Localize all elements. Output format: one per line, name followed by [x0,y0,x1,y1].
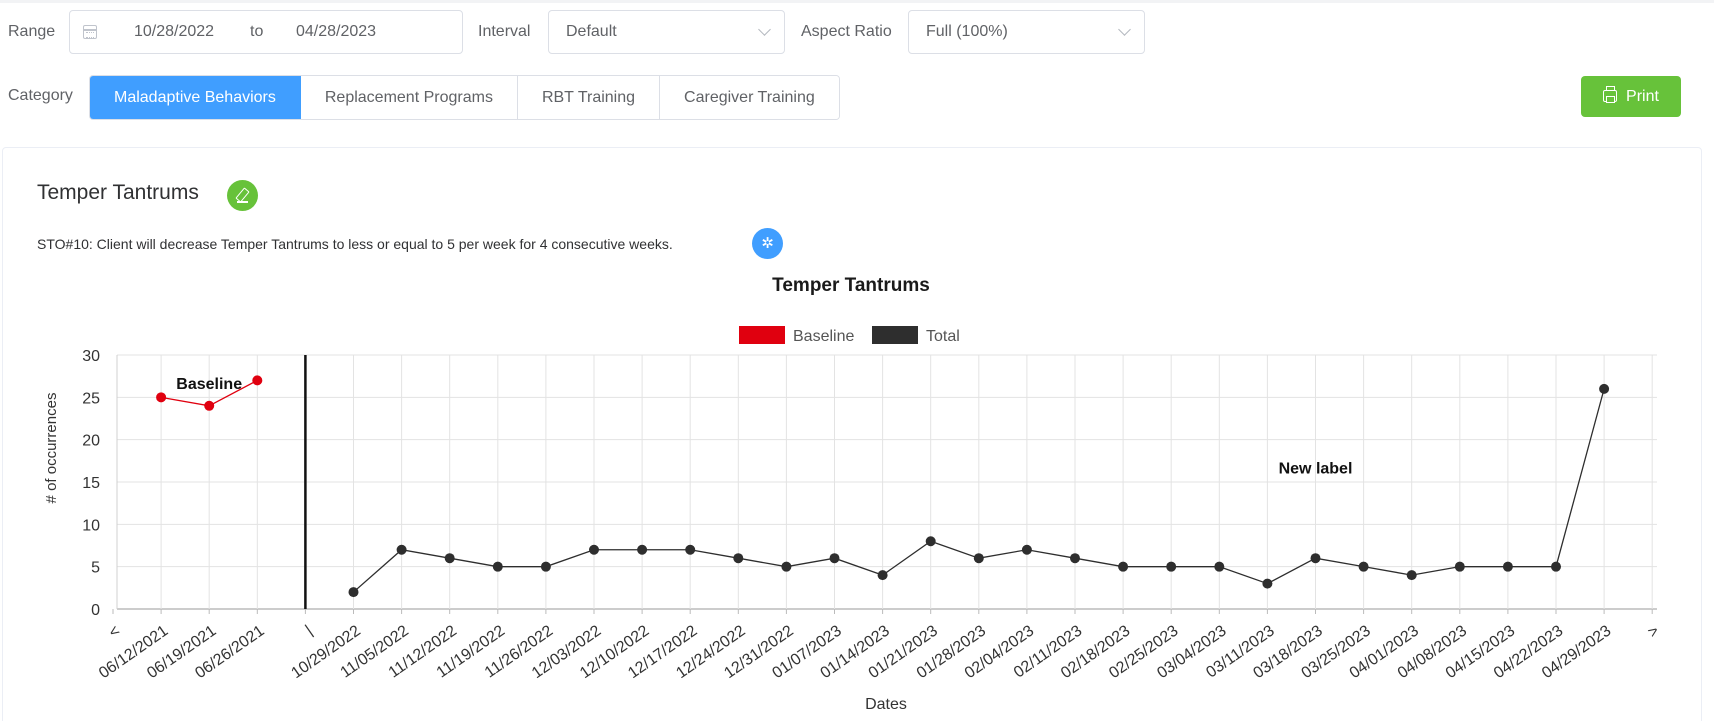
chart-annotation: Baseline [176,376,242,393]
y-tick-label: 0 [91,602,100,619]
interval-label: Interval [478,23,531,40]
data-point-total [685,544,696,555]
tab-caregiver-training[interactable]: Caregiver Training [660,76,839,119]
data-point-total [396,544,407,555]
data-point-total [973,553,984,564]
x-tick-label: < [106,622,123,641]
data-point-total [1310,553,1321,564]
data-point-total [1118,561,1129,572]
data-point-baseline [204,400,215,411]
y-tick-label: 20 [82,433,100,450]
data-point-baseline [156,392,167,403]
y-axis: 0 5 10 15 20 25 30 [82,348,100,619]
data-point-total [1262,578,1273,589]
aspect-ratio-label: Aspect Ratio [801,23,892,40]
data-point-total [1166,561,1177,572]
chart-legend: Baseline Total [739,326,960,345]
range-start-input[interactable]: 10/28/2022 [134,22,214,42]
y-tick-label: 25 [82,390,100,407]
tab-rbt-training[interactable]: RBT Training [517,76,661,119]
legend-swatch-baseline [739,326,785,344]
legend-label-total: Total [926,328,960,345]
tab-maladaptive-behaviors[interactable]: Maladaptive Behaviors [90,76,301,119]
range-end-input[interactable]: 04/28/2023 [296,22,376,42]
range-separator: to [250,23,264,40]
interval-select-value: Default [566,23,617,40]
top-divider [0,0,1714,3]
range-label: Range [8,23,56,40]
data-point-total [1599,383,1610,394]
data-point-total [925,536,936,547]
magic-wand-icon: ✲ [761,235,774,252]
data-point-total [1502,561,1513,572]
data-point-total [1358,561,1369,572]
date-range-picker[interactable]: 10/28/2022 to 04/28/2023 [69,10,463,54]
data-point-total [444,553,455,564]
chart-annotations: Baseline New label [176,376,1352,478]
y-axis-title: # of occurrences [43,393,60,504]
data-point-total [492,561,503,572]
data-point-total [829,553,840,564]
y-tick-label: 15 [82,475,100,492]
printer-icon [1603,86,1618,103]
x-axis-title: Dates [865,696,907,713]
data-point-total [733,553,744,564]
legend-swatch-total [872,326,918,344]
interval-select[interactable]: Default [548,10,785,54]
x-tick-label: | [303,622,316,638]
print-button[interactable]: Print [1581,76,1681,117]
tab-replacement-programs[interactable]: Replacement Programs [300,76,518,119]
chevron-down-icon [1118,23,1131,36]
data-point-total [589,544,599,555]
legend-label-baseline: Baseline [793,328,854,345]
chevron-down-icon [758,23,771,36]
temper-tantrums-chart: Temper Tantrums Baseline Total 0 5 10 15 20 2… [43,275,1662,713]
print-button-label: Print [1626,88,1659,105]
data-point-total [1021,544,1032,555]
x-axis: <06/12/202106/19/202106/26/2021 |10/29/20… [96,622,1662,682]
data-point-total [781,561,792,572]
aspect-ratio-select-value: Full (100%) [926,23,1008,40]
chart-annotation: New label [1279,461,1353,478]
data-point-total [637,544,648,555]
sto-description: STO#10: Client will decrease Temper Tant… [37,236,673,252]
y-tick-label: 10 [82,517,100,534]
calendar-icon [83,25,97,39]
data-point-total [1406,570,1417,581]
data-point-total [1454,561,1465,572]
data-point-total [1551,561,1561,572]
data-point-total [877,570,888,581]
data-point-total [540,561,551,572]
data-point-total [1214,561,1225,572]
x-tick-label: > [1645,622,1662,641]
edit-goal-button[interactable] [227,180,258,211]
chart-title: Temper Tantrums [772,275,930,296]
magic-wand-button[interactable]: ✲ [752,228,783,259]
category-label: Category [8,87,73,104]
aspect-ratio-select[interactable]: Full (100%) [908,10,1145,54]
category-tabs: Maladaptive Behaviors Replacement Progra… [89,75,840,120]
data-point-total [348,587,359,598]
y-tick-label: 30 [82,348,100,365]
goal-title: Temper Tantrums [37,181,199,204]
data-point-baseline [252,375,263,386]
data-point-total [1070,553,1080,564]
y-tick-label: 5 [91,560,100,577]
